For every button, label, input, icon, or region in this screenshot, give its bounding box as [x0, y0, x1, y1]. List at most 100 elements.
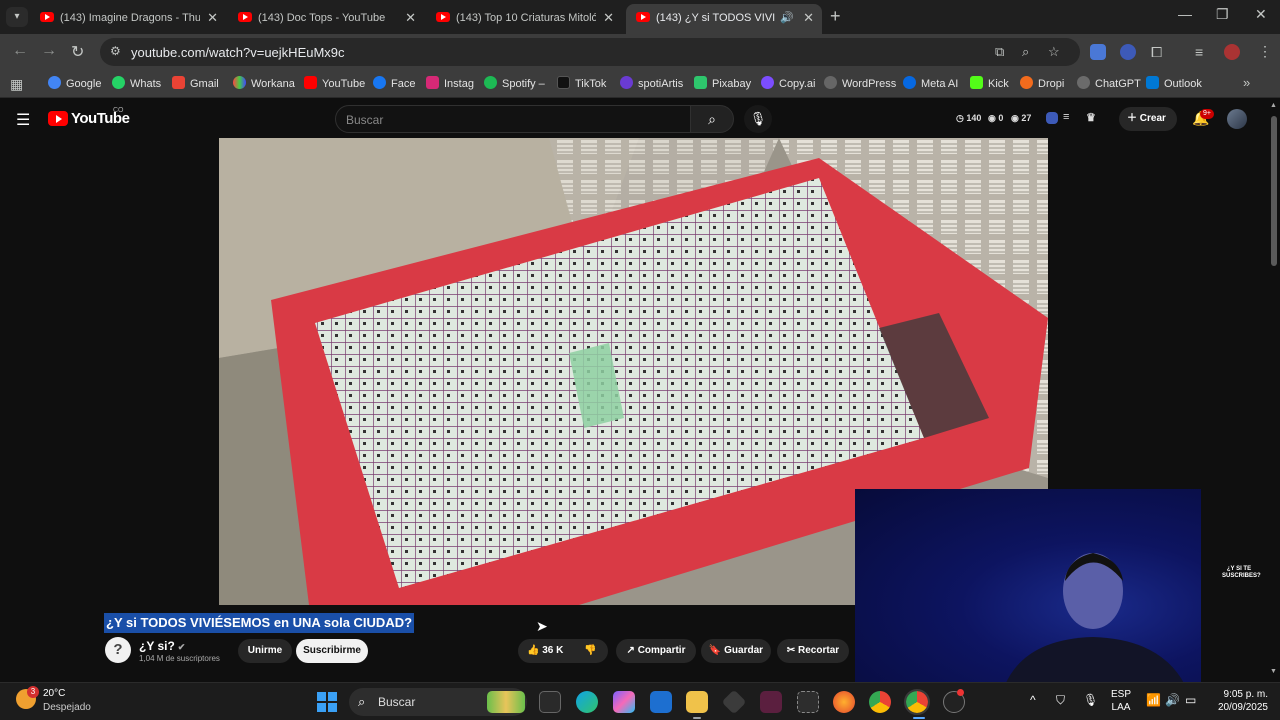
- youtube-logo-icon[interactable]: [48, 111, 68, 126]
- video-editor-icon[interactable]: [760, 691, 782, 713]
- close-icon[interactable]: ✕: [803, 10, 814, 26]
- more-bookmarks-icon[interactable]: »: [1243, 75, 1250, 90]
- address-bar[interactable]: ⚙ youtube.com/watch?v=uejkHEuMx9c ⧉ ⌕ ☆: [100, 38, 1080, 66]
- bookmark-spotify[interactable]: Spotify –: [484, 76, 545, 92]
- bookmark-workana[interactable]: Workana: [233, 76, 295, 92]
- bookmark-metaai[interactable]: Meta AI: [903, 76, 958, 92]
- task-view-icon[interactable]: [539, 691, 561, 713]
- tab-imagine-dragons[interactable]: (143) Imagine Dragons - Thund ✕: [30, 4, 226, 34]
- store-icon[interactable]: [650, 691, 672, 713]
- volume-icon[interactable]: 🔊: [1165, 693, 1180, 707]
- like-button[interactable]: 👍 36 K: [527, 645, 563, 656]
- bookmark-label: Spotify –: [502, 78, 545, 90]
- tray-mic-icon[interactable]: 🎙: [1083, 693, 1098, 707]
- bookmark-star-icon[interactable]: ☆: [1048, 44, 1060, 60]
- new-tab-button[interactable]: +: [830, 6, 841, 27]
- forward-icon[interactable]: →: [41, 42, 57, 60]
- page-scrollbar[interactable]: ▲ ▼: [1268, 100, 1280, 682]
- spotify-icon: [484, 76, 497, 89]
- channel-avatar[interactable]: ?: [105, 637, 131, 663]
- scroll-up-icon[interactable]: ▲: [1270, 102, 1277, 109]
- bookmark-google[interactable]: Google: [48, 76, 101, 92]
- weather-desc[interactable]: Despejado: [43, 702, 91, 713]
- media-control-icon[interactable]: ≡: [1195, 44, 1203, 60]
- url-text[interactable]: youtube.com/watch?v=uejkHEuMx9c: [131, 45, 345, 60]
- search-highlight-icon[interactable]: [487, 691, 525, 713]
- list-icon[interactable]: ≡: [1063, 111, 1069, 123]
- bookmark-tiktok[interactable]: TikTok: [557, 76, 606, 92]
- firefox-icon[interactable]: [833, 691, 855, 713]
- extension-icon[interactable]: [1046, 112, 1058, 124]
- extension-tag-icon[interactable]: [1090, 44, 1106, 60]
- bookmark-face[interactable]: Face: [373, 76, 415, 92]
- bookmark-label: Outlook: [1164, 78, 1202, 90]
- save-button[interactable]: 🔖 Guardar: [701, 639, 771, 663]
- bookmark-wordpress[interactable]: WordPress: [824, 76, 896, 92]
- kebab-menu-icon[interactable]: ⋮: [1258, 43, 1272, 60]
- meta-ai-icon: [903, 76, 916, 89]
- chrome-active-icon[interactable]: [904, 689, 930, 715]
- search-input[interactable]: Buscar: [335, 105, 691, 133]
- copilot-icon[interactable]: [613, 691, 635, 713]
- battery-icon[interactable]: ▭: [1185, 693, 1196, 707]
- apps-grid-icon[interactable]: ▦: [10, 76, 23, 93]
- minimize-icon[interactable]: —: [1178, 6, 1192, 22]
- window-close-icon[interactable]: ✕: [1255, 6, 1267, 23]
- bookmark-dropi[interactable]: Dropi: [1020, 76, 1064, 92]
- bookmark-instag[interactable]: Instag: [426, 76, 474, 92]
- join-button[interactable]: Unirme: [238, 639, 292, 663]
- create-button[interactable]: ＋ Crear: [1119, 107, 1177, 131]
- hamburger-menu-icon[interactable]: ☰: [16, 110, 30, 130]
- tab-doc-tops[interactable]: (143) Doc Tops - YouTube ✕: [228, 4, 424, 34]
- tray-overflow-icon[interactable]: ^: [1030, 693, 1036, 707]
- restore-icon[interactable]: ❐: [1216, 6, 1229, 23]
- bookmark-chatgpt[interactable]: ChatGPT: [1077, 76, 1141, 92]
- tray-app-icon[interactable]: ⛉: [1056, 693, 1065, 708]
- clip-button[interactable]: ✂ Recortar: [777, 639, 849, 663]
- zoom-icon[interactable]: ⌕: [1022, 44, 1029, 60]
- scroll-down-icon[interactable]: ▼: [1270, 668, 1277, 675]
- scroll-thumb[interactable]: [1271, 116, 1277, 266]
- close-icon[interactable]: ✕: [207, 10, 218, 26]
- tab-criaturas[interactable]: (143) Top 10 Criaturas Mitológi ✕: [426, 4, 622, 34]
- extension-blue-icon[interactable]: [1120, 44, 1136, 60]
- bookmark-gmail[interactable]: Gmail: [172, 76, 219, 92]
- site-info-icon[interactable]: ⚙: [110, 44, 121, 58]
- channel-name[interactable]: ¿Y si? ✔: [139, 639, 185, 653]
- unity-icon[interactable]: [721, 689, 747, 715]
- user-avatar[interactable]: [1227, 109, 1247, 129]
- windows-start-icon[interactable]: [317, 692, 337, 712]
- system-clock[interactable]: 9:05 p. m. 20/09/2025: [1212, 688, 1268, 714]
- speaker-icon[interactable]: 🔊: [780, 11, 794, 24]
- bookmark-youtube[interactable]: YouTube: [304, 76, 365, 92]
- snipping-tool-icon[interactable]: [797, 691, 819, 713]
- bookmark-whats[interactable]: Whats: [112, 76, 161, 92]
- edge-icon[interactable]: [576, 691, 598, 713]
- chrome-icon[interactable]: [869, 691, 891, 713]
- bookmark-spotiartis[interactable]: spotiArtis: [620, 76, 683, 92]
- trophy-icon[interactable]: ♛: [1086, 111, 1096, 124]
- bookmark-copyai[interactable]: Copy.ai: [761, 76, 815, 92]
- extensions-puzzle-icon[interactable]: ⧠: [1151, 44, 1162, 61]
- bookmark-outlook[interactable]: Outlook: [1146, 76, 1202, 92]
- tab-active-video[interactable]: (143) ¿Y si TODOS VIVIÉSEM 🔊 ✕: [626, 4, 822, 34]
- install-app-icon[interactable]: ⧉: [995, 44, 1004, 60]
- voice-search-button[interactable]: 🎙: [744, 105, 772, 133]
- weather-temp[interactable]: 20°C: [43, 688, 65, 699]
- back-icon[interactable]: ←: [12, 42, 28, 60]
- bookmark-pixabay[interactable]: Pixabay: [694, 76, 751, 92]
- input-language[interactable]: ESP LAA: [1111, 688, 1131, 714]
- subscribe-button[interactable]: Suscribirme: [296, 639, 368, 663]
- wifi-icon[interactable]: 📶: [1146, 693, 1161, 707]
- dislike-button[interactable]: 👎: [584, 639, 596, 663]
- file-explorer-icon[interactable]: [686, 691, 708, 713]
- reload-icon[interactable]: ↻: [71, 42, 84, 62]
- profile-avatar-icon[interactable]: [1224, 44, 1240, 60]
- close-icon[interactable]: ✕: [603, 10, 614, 26]
- search-button[interactable]: ⌕: [690, 105, 734, 133]
- share-label: Compartir: [637, 645, 686, 656]
- share-button[interactable]: ↗ Compartir: [616, 639, 696, 663]
- bookmark-kick[interactable]: Kick: [970, 76, 1009, 92]
- tab-search-icon[interactable]: ▾: [6, 7, 28, 27]
- close-icon[interactable]: ✕: [405, 10, 416, 26]
